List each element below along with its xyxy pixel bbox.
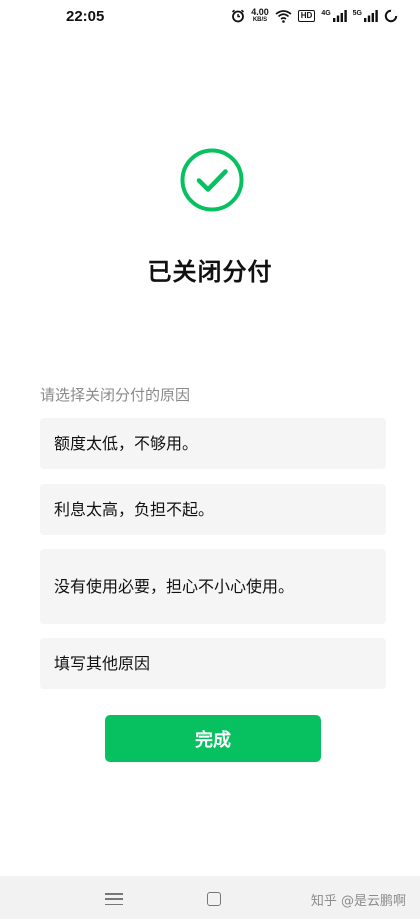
page: 22:05 4.00 KB/S HD 4G 5G 已关闭分付 请选择关闭分付的原… (0, 0, 420, 919)
status-bar: 22:05 4.00 KB/S HD 4G 5G (0, 0, 420, 32)
success-check-icon (180, 148, 244, 212)
page-title: 已关闭分付 (147, 258, 273, 286)
network-label-1: 4G (321, 10, 331, 17)
system-nav-bar: 知乎 @是云鹏啊 (0, 876, 420, 919)
alarm-icon (231, 7, 245, 25)
speed-unit: KB/S (252, 17, 268, 23)
reason-option-low-limit[interactable]: 额度太低，不够用。 (40, 418, 386, 469)
reason-option-other[interactable]: 填写其他原因 (40, 638, 386, 689)
battery-icon (384, 7, 398, 25)
network-label-2: 5G (352, 10, 362, 17)
reason-option-not-needed[interactable]: 没有使用必要，担心不小心使用。 (40, 549, 386, 624)
speed-value: 4.00 (251, 7, 269, 17)
home-icon[interactable] (207, 892, 221, 906)
reason-option-label: 填写其他原因 (54, 653, 151, 673)
status-icons: 4.00 KB/S HD 4G 5G (231, 7, 398, 25)
signal-icon: 5G (353, 10, 378, 22)
reason-option-label: 没有使用必要，担心不小心使用。 (54, 576, 295, 596)
done-button[interactable]: 完成 (105, 715, 321, 762)
network-speed: 4.00 KB/S (251, 8, 269, 24)
reason-option-label: 利息太高，负担不起。 (54, 499, 215, 519)
wifi-icon (275, 7, 292, 25)
reason-option-label: 额度太低，不够用。 (54, 433, 199, 453)
reason-option-high-interest[interactable]: 利息太高，负担不起。 (40, 484, 386, 535)
status-time: 22:05 (66, 7, 105, 25)
signal-icon: 4G (321, 10, 347, 22)
menu-icon[interactable] (105, 893, 123, 905)
hd-badge: HD (297, 10, 316, 22)
reason-prompt: 请选择关闭分付的原因 (40, 386, 191, 404)
watermark: 知乎 @是云鹏啊 (310, 894, 406, 909)
